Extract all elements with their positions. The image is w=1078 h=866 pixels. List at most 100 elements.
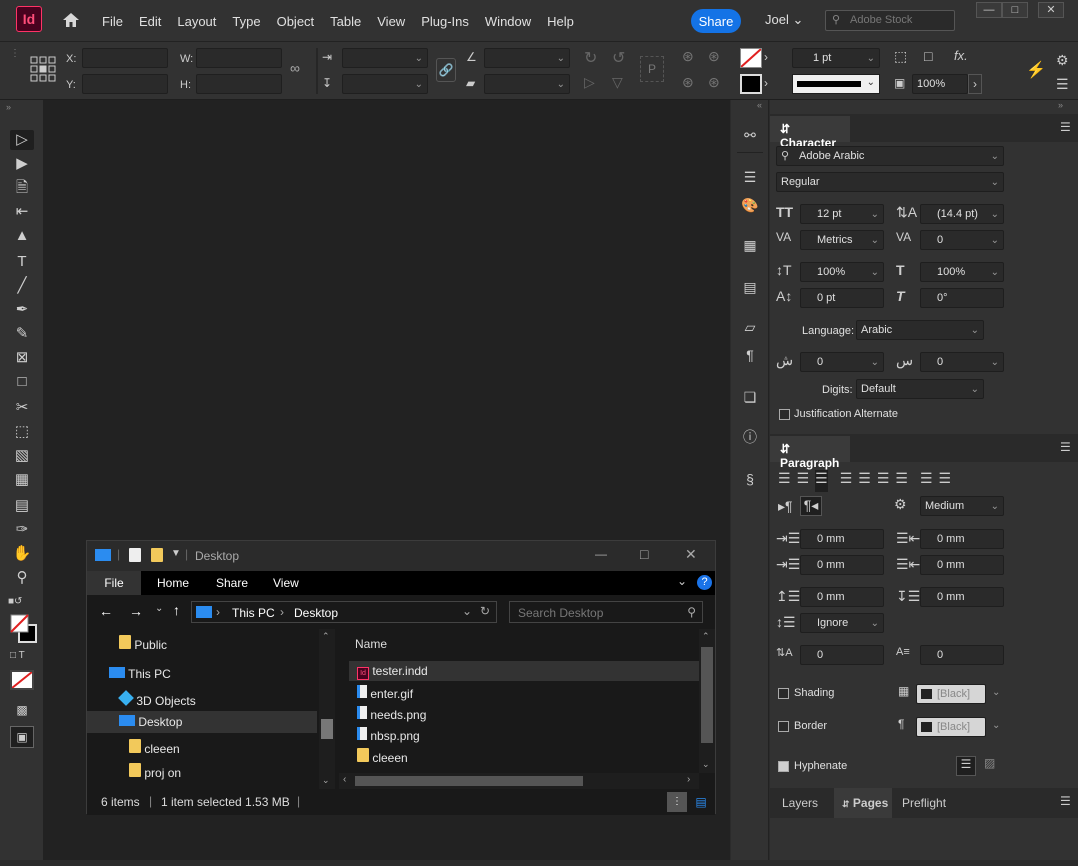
effects-icon[interactable]: fx. xyxy=(954,48,968,63)
font-family-field[interactable]: ⚲ Adobe Arabic ⌄ xyxy=(776,146,1004,166)
panel-menu-icon[interactable]: ☰ xyxy=(1060,440,1071,454)
select-next-icon[interactable]: ⊛ xyxy=(708,74,720,91)
forward-icon[interactable]: → xyxy=(129,603,143,619)
ribbon-tab-share[interactable]: Share xyxy=(216,576,248,590)
align-to-grid-select[interactable]: Ignore ⌄ xyxy=(800,613,884,633)
align-towards-spine-icon[interactable]: ☰ xyxy=(920,470,933,492)
numbered-list-icon[interactable]: ▨ xyxy=(984,756,995,770)
scroll-thumb[interactable] xyxy=(321,719,333,739)
shading-checkbox[interactable] xyxy=(778,688,789,699)
opacity-field[interactable]: 100% xyxy=(912,74,968,94)
screen-mode-icon[interactable]: ▩ xyxy=(10,700,34,720)
adobe-stock-search[interactable]: ⚲ Adobe Stock xyxy=(825,10,955,31)
content-collector-icon[interactable]: ▲ xyxy=(10,226,34,246)
up-icon[interactable]: ↑ xyxy=(173,602,180,618)
scroll-down-icon[interactable]: ⌄ xyxy=(322,775,330,786)
kashida-select[interactable]: Medium ⌄ xyxy=(920,496,1004,516)
menu-layout[interactable]: Layout xyxy=(177,14,216,29)
collapse-tools-icon[interactable]: » xyxy=(6,102,11,112)
chevron-down-icon[interactable]: ⌄ xyxy=(992,687,1000,698)
justify-right-icon[interactable]: ☰ xyxy=(877,470,890,492)
large-icons-view-icon[interactable]: ▤ xyxy=(691,792,711,812)
zoom-tool-icon[interactable]: ⚲ xyxy=(10,568,34,588)
rotate-cw-icon[interactable]: ↻ xyxy=(584,48,597,68)
select-container-icon[interactable]: ⊛ xyxy=(682,48,694,65)
tree-item-desktop[interactable]: Desktop xyxy=(87,711,317,733)
vertical-scale-field[interactable]: 100% ⌄ xyxy=(800,262,884,282)
scale-y-field[interactable]: ⌄ xyxy=(342,74,428,94)
opacity-dropdown-icon[interactable]: › xyxy=(968,74,982,94)
chevron-down-icon[interactable]: ⌄ xyxy=(992,720,1000,731)
file-row-tester-indd[interactable]: Id tester.indd xyxy=(349,661,699,681)
user-menu[interactable]: Joel ⌄ xyxy=(765,12,803,28)
scripts-icon[interactable]: § xyxy=(739,468,761,490)
minimize-button[interactable]: — xyxy=(976,2,1002,18)
space-after-field[interactable]: 0 mm xyxy=(920,587,1004,607)
panel-menu-icon[interactable]: ☰ xyxy=(1056,76,1069,93)
kerning-field[interactable]: Metrics ⌄ xyxy=(800,230,884,250)
right-indent-field[interactable]: 0 mm xyxy=(920,529,1004,549)
rotate-field[interactable]: ⌄ xyxy=(484,48,570,68)
column-header-name[interactable]: Name xyxy=(355,637,387,651)
ribbon-tab-view[interactable]: View xyxy=(273,576,299,590)
line-tool-icon[interactable]: ╱ xyxy=(10,276,34,296)
skew-field[interactable]: 0° xyxy=(920,288,1004,308)
fill-stroke-icon[interactable] xyxy=(10,614,37,643)
tab-pages[interactable]: ⇵ Pages xyxy=(834,788,892,818)
help-icon[interactable]: ? xyxy=(697,575,712,590)
fill-dropdown-icon[interactable]: › xyxy=(764,50,768,64)
w-field[interactable] xyxy=(196,48,282,68)
space-before-field[interactable]: 0 mm xyxy=(800,587,884,607)
justification-alternate-checkbox[interactable] xyxy=(779,409,790,420)
fill-swatch-none-icon[interactable] xyxy=(740,48,762,68)
scroll-up-icon[interactable]: ⌃ xyxy=(702,631,710,642)
file-scrollbar-h[interactable]: ‹ › xyxy=(339,773,699,789)
scroll-down-icon[interactable]: ⌄ xyxy=(702,759,710,770)
home-icon[interactable] xyxy=(60,10,82,30)
properties-icon[interactable] xyxy=(129,548,141,562)
details-view-icon[interactable]: ⋮ xyxy=(667,792,687,812)
menu-edit[interactable]: Edit xyxy=(139,14,161,29)
tree-item-this-pc[interactable]: This PC xyxy=(109,667,171,681)
quick-apply-icon[interactable]: ⚡ xyxy=(1026,60,1046,80)
close-button[interactable]: ✕ xyxy=(685,546,697,563)
tab-layers[interactable]: Layers xyxy=(782,796,818,810)
ribbon-tab-home[interactable]: Home xyxy=(157,576,189,590)
address-bar[interactable]: › This PC › Desktop ⌄ ↻ xyxy=(191,601,497,623)
hyphenate-checkbox[interactable] xyxy=(778,761,789,772)
frame-icon[interactable]: □ xyxy=(924,48,932,64)
border-checkbox[interactable] xyxy=(778,721,789,732)
links-icon[interactable]: ⚯ xyxy=(739,124,761,146)
info-icon[interactable]: ⓘ xyxy=(739,426,761,448)
object-styles-icon[interactable]: ❏ xyxy=(739,386,761,408)
file-row-enter-gif[interactable]: enter.gif xyxy=(357,685,413,701)
share-button[interactable]: Share xyxy=(691,9,741,33)
breadcrumb-this-pc[interactable]: This PC xyxy=(232,606,275,620)
align-center-icon[interactable]: ☰ xyxy=(797,470,810,492)
table-icon[interactable]: ▦ xyxy=(739,234,761,256)
search-desktop-input[interactable]: Search Desktop ⚲ xyxy=(509,601,703,623)
gradient-swatch-tool-icon[interactable]: ▧ xyxy=(10,446,34,466)
close-button[interactable]: ✕ xyxy=(1038,2,1064,18)
quick-access-dropdown-icon[interactable]: ▼ xyxy=(171,548,181,559)
maximize-button[interactable]: □ xyxy=(1002,2,1028,18)
free-transform-tool-icon[interactable]: ⬚ xyxy=(10,422,34,442)
stroke-swatch-icon[interactable] xyxy=(740,74,762,94)
select-previous-icon[interactable]: ⊛ xyxy=(682,74,694,91)
gear-icon[interactable]: ⚙ xyxy=(1056,52,1069,69)
back-icon[interactable]: ← xyxy=(99,603,113,619)
menu-window[interactable]: Window xyxy=(485,14,531,29)
gradient-feather-tool-icon[interactable]: ▦ xyxy=(10,470,34,490)
type-tool-icon[interactable]: T xyxy=(10,252,34,272)
page-tool-icon[interactable]: 🗎 xyxy=(10,178,34,198)
selection-tool-icon[interactable]: ▷ xyxy=(10,130,34,150)
scale-x-field[interactable]: ⌄ xyxy=(342,48,428,68)
default-colors-icon[interactable]: ■↺ xyxy=(8,596,22,607)
gap-tool-icon[interactable]: ⇤ xyxy=(10,202,34,222)
left-indent-field[interactable]: 0 mm xyxy=(800,529,884,549)
font-style-field[interactable]: Regular ⌄ xyxy=(776,172,1004,192)
recent-locations-icon[interactable]: ⌄ xyxy=(155,603,163,614)
align-left-icon[interactable]: ☰ xyxy=(778,470,791,492)
swatches-icon[interactable]: 🎨 xyxy=(739,194,761,216)
justify-all-icon[interactable]: ☰ xyxy=(895,470,908,492)
